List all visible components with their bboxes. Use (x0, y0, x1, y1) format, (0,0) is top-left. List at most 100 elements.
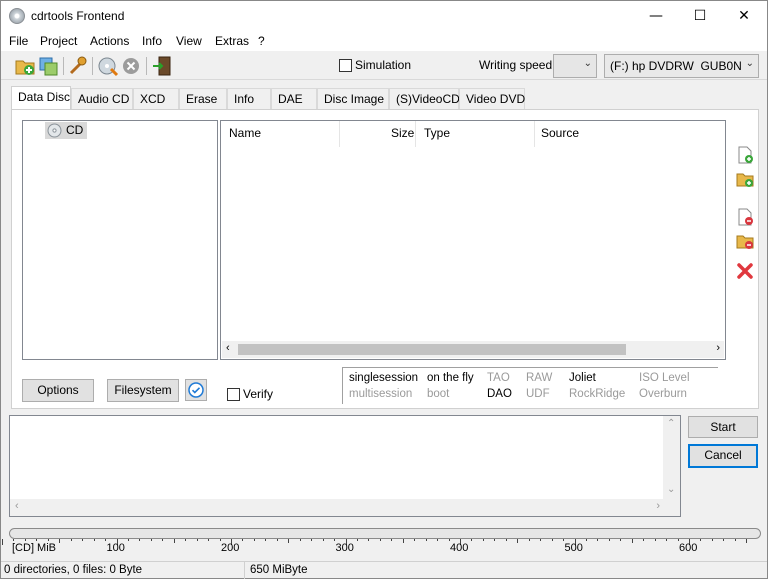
remove-file-icon[interactable] (736, 208, 754, 226)
column-source[interactable]: Source (541, 126, 579, 140)
add-file-icon[interactable] (736, 146, 754, 164)
menu-info[interactable]: Info (142, 34, 162, 48)
opt-joliet[interactable]: Joliet (569, 372, 596, 384)
chevron-down-icon: ⌄ (745, 58, 754, 69)
scroll-up-icon[interactable]: ⌃ (667, 418, 675, 429)
exit-icon[interactable] (151, 55, 173, 77)
add-folder-icon[interactable] (14, 55, 36, 77)
check-circle-icon (188, 382, 204, 398)
tab-video-dvd[interactable]: Video DVD (459, 88, 525, 109)
ruler-tick (173, 539, 175, 543)
tab-data-disc[interactable]: Data Disc (11, 86, 71, 110)
disc-app-icon (9, 8, 25, 24)
copy-icon[interactable] (38, 55, 60, 77)
ruler-tick (746, 539, 748, 543)
ruler-tick (150, 539, 152, 541)
ruler-tick-label: 400 (450, 542, 469, 554)
ruler-tick (208, 539, 210, 541)
opt-overburn[interactable]: Overburn (639, 388, 687, 400)
ruler-tick (47, 539, 49, 541)
column-type[interactable]: Type (424, 126, 450, 140)
window-title: cdrtools Frontend (31, 9, 125, 23)
opt-iso-level[interactable]: ISO Level (639, 372, 690, 384)
menu-view[interactable]: View (176, 34, 202, 48)
cancel-button[interactable]: Cancel (688, 444, 758, 468)
start-button[interactable]: Start (688, 416, 758, 438)
ruler-tick (414, 539, 416, 541)
status-bar: 0 directories, 0 files: 0 Byte 650 MiByt… (1, 561, 767, 579)
toolbar: Simulation Writing speed ⌄ (F:) hp DVDRW… (1, 52, 767, 80)
tab-erase[interactable]: Erase (179, 88, 227, 109)
filesystem-check-button[interactable] (185, 379, 207, 401)
opt-udf[interactable]: UDF (526, 388, 550, 400)
ruler-tick (253, 539, 255, 541)
ruler-tick (242, 539, 244, 541)
ruler-tick (666, 539, 668, 541)
opt-boot[interactable]: boot (427, 388, 449, 400)
ruler-tick (82, 539, 84, 541)
close-button[interactable]: ✕ (721, 1, 767, 31)
scroll-left-icon[interactable]: ‹ (15, 500, 19, 512)
burn-icon[interactable] (97, 55, 119, 77)
ruler-tick (185, 539, 187, 541)
data-disc-panel: CD Name Size Type Source ‹ › Options Fil… (11, 109, 759, 409)
ruler-tick (139, 539, 141, 541)
menu-help[interactable]: ? (258, 34, 265, 48)
menu-file[interactable]: File (9, 34, 28, 48)
simulation-checkbox[interactable] (339, 59, 352, 72)
output-log[interactable]: ⌃ ⌄ ‹ › (9, 415, 681, 517)
menu-extras[interactable]: Extras (215, 34, 249, 48)
scroll-right-icon[interactable]: › (716, 342, 720, 354)
tab-audio-cd[interactable]: Audio CD (71, 88, 133, 109)
menu-bar: File Project Actions Info View Extras ? (1, 31, 767, 51)
opt-singlesession[interactable]: singlesession (349, 372, 418, 384)
ruler-tick-label: 300 (335, 542, 354, 554)
drive-select[interactable]: (F:) hp DVDRW GUB0N ⌄ (604, 54, 759, 78)
ruler-tick (437, 539, 439, 541)
menu-actions[interactable]: Actions (90, 34, 129, 48)
tab-disc-image[interactable]: Disc Image (317, 88, 389, 109)
ruler-tick (127, 539, 129, 541)
opt-rockridge[interactable]: RockRidge (569, 388, 625, 400)
minimize-button[interactable]: — (633, 1, 679, 31)
tab-svideocd[interactable]: (S)VideoCD (389, 88, 460, 109)
column-size[interactable]: Size (391, 126, 414, 140)
log-hscrollbar[interactable]: ‹ › (10, 499, 664, 516)
opt-multisession[interactable]: multisession (349, 388, 412, 400)
opt-tao[interactable]: TAO (487, 372, 510, 384)
verify-checkbox[interactable] (227, 388, 240, 401)
opt-on-the-fly[interactable]: on the fly (427, 372, 474, 384)
opt-raw[interactable]: RAW (526, 372, 552, 384)
maximize-button[interactable]: ☐ (677, 1, 723, 31)
options-button[interactable]: Options (22, 379, 94, 402)
delete-all-icon[interactable] (736, 262, 754, 280)
opt-dao[interactable]: DAO (487, 388, 512, 400)
log-vscrollbar[interactable]: ⌃ ⌄ (663, 416, 680, 516)
tab-xcd[interactable]: XCD (133, 88, 179, 109)
tab-info[interactable]: Info (227, 88, 271, 109)
column-name[interactable]: Name (229, 126, 261, 140)
ruler-tick (356, 539, 358, 541)
file-list[interactable]: Name Size Type Source ‹ › (220, 120, 726, 360)
scroll-down-icon[interactable]: ⌄ (667, 484, 675, 495)
cancel-icon[interactable] (120, 55, 142, 77)
ruler-tick (563, 539, 565, 541)
add-folder-icon[interactable] (736, 170, 754, 188)
tools-icon[interactable] (67, 55, 89, 77)
ruler-tick (162, 539, 164, 541)
scroll-left-icon[interactable]: ‹ (226, 342, 230, 354)
tree-root-cd[interactable]: CD (45, 122, 87, 139)
folder-tree[interactable]: CD (22, 120, 218, 360)
ruler-tick (471, 539, 473, 541)
tab-dae[interactable]: DAE (271, 88, 317, 109)
menu-project[interactable]: Project (40, 34, 77, 48)
ruler-tick (711, 539, 713, 541)
ruler-tick (448, 539, 450, 541)
file-list-hscrollbar[interactable]: ‹ › (222, 341, 724, 358)
remove-folder-icon[interactable] (736, 232, 754, 250)
scroll-right-icon[interactable]: › (656, 500, 660, 512)
ruler-tick (700, 539, 702, 541)
filesystem-button[interactable]: Filesystem (107, 379, 179, 402)
writing-speed-select[interactable]: ⌄ (553, 54, 597, 78)
scroll-thumb[interactable] (238, 344, 626, 355)
